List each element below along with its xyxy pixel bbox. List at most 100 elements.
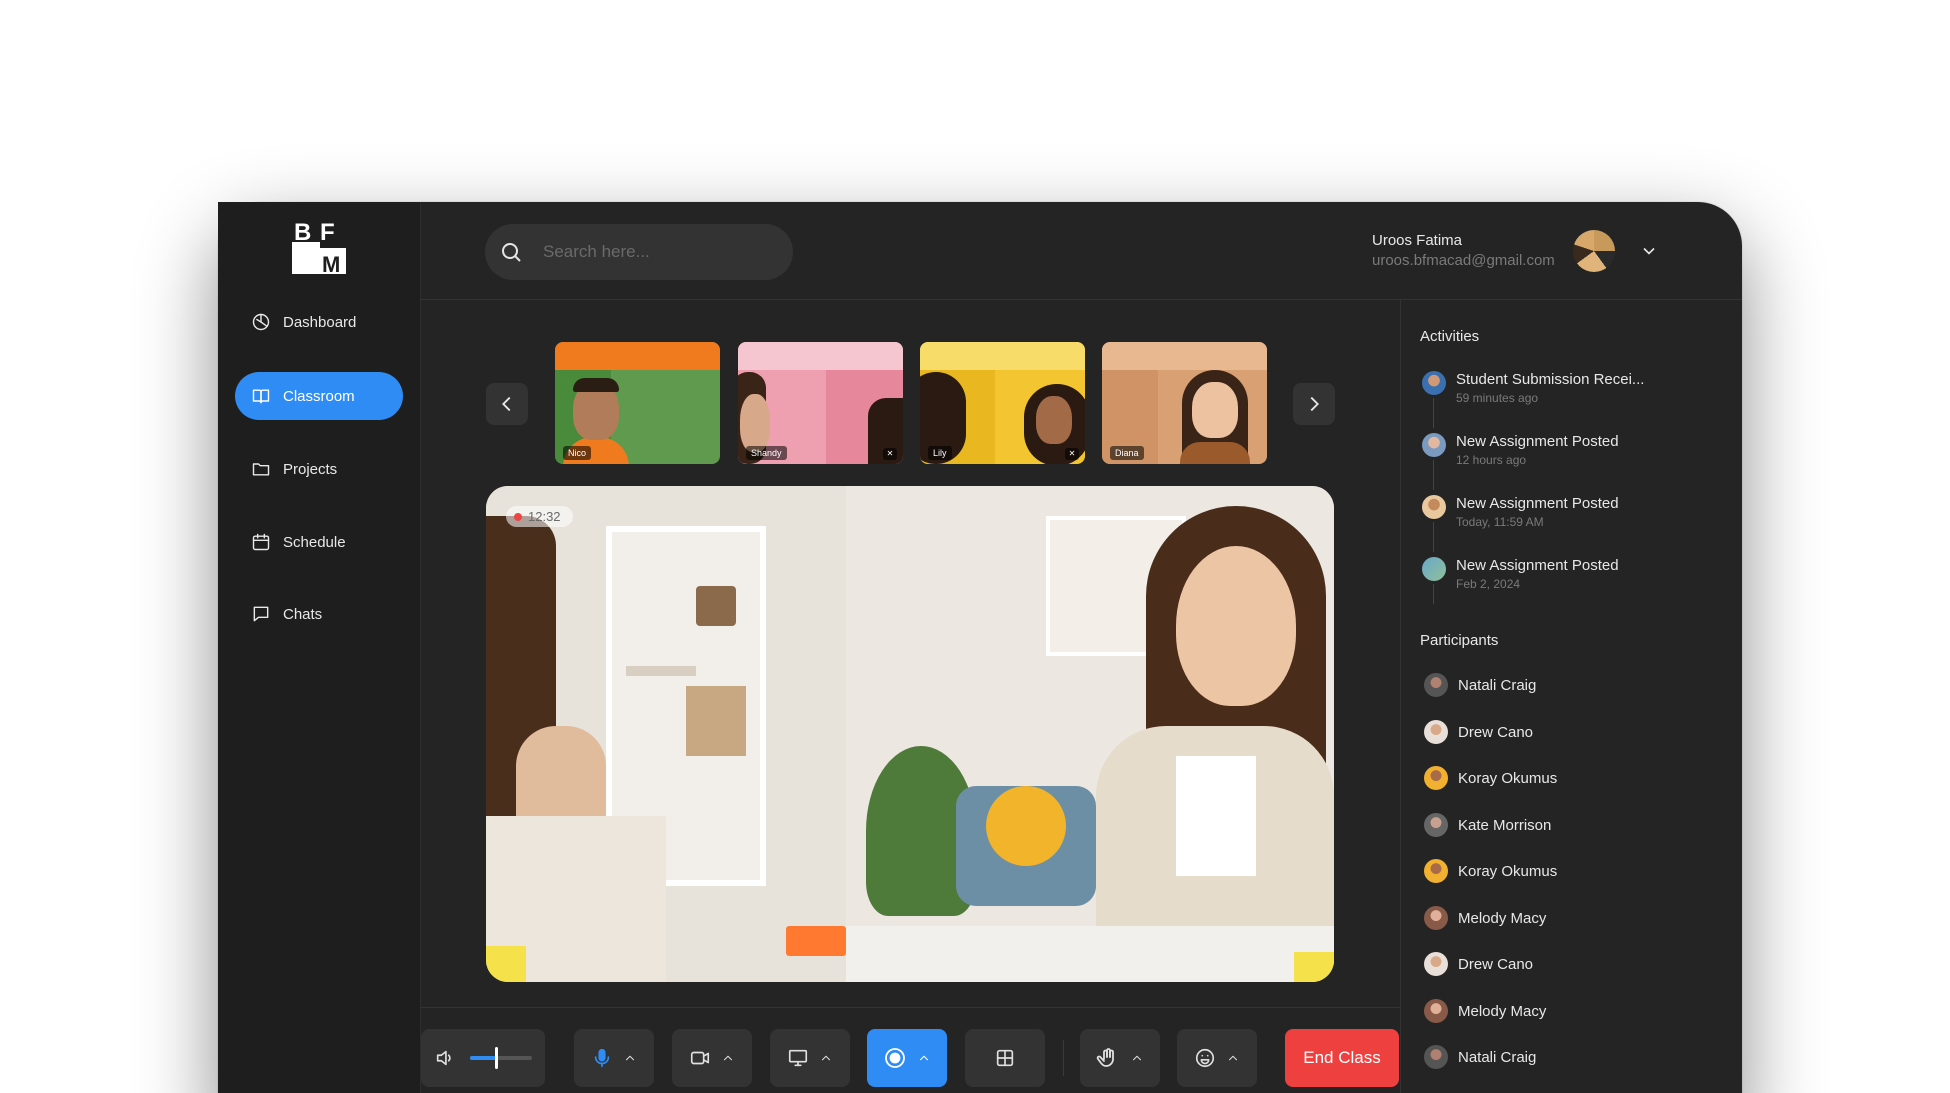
volume-slider[interactable] <box>470 1047 532 1069</box>
participant-thumbnail-lily[interactable]: Lily ✕ <box>920 342 1085 464</box>
sidebar-item-label: Schedule <box>283 533 346 551</box>
microphone-icon <box>594 1048 610 1068</box>
search-bar[interactable] <box>485 224 793 280</box>
avatar <box>1424 859 1448 883</box>
svg-text:M: M <box>322 252 340 276</box>
recording-time: 12:32 <box>528 509 561 524</box>
chevron-up-icon[interactable] <box>1130 1051 1144 1065</box>
sidebar-item-chats[interactable]: Chats <box>235 590 403 638</box>
avatar <box>1422 557 1446 581</box>
sidebar-item-classroom[interactable]: Classroom <box>235 372 403 420</box>
avatar <box>1424 999 1448 1023</box>
activity-item[interactable]: New Assignment Posted Today, 11:59 AM <box>1422 494 1619 552</box>
record-button[interactable] <box>867 1029 947 1087</box>
search-input[interactable] <box>543 242 763 262</box>
participant-item[interactable]: Melody Macy <box>1424 999 1546 1023</box>
sidebar-item-projects[interactable]: Projects <box>235 445 403 493</box>
chevron-up-icon[interactable] <box>623 1051 637 1065</box>
activity-time: 12 hours ago <box>1456 453 1527 467</box>
avatar <box>1424 720 1448 744</box>
participant-name: Melody Macy <box>1458 909 1547 927</box>
avatar <box>1424 766 1448 790</box>
activity-time: 59 minutes ago <box>1456 391 1539 405</box>
participant-name: Natali Craig <box>1458 1048 1537 1066</box>
chevron-up-icon[interactable] <box>1226 1051 1240 1065</box>
screen-share-button[interactable] <box>770 1029 850 1087</box>
grid-icon <box>996 1049 1014 1067</box>
reactions-button[interactable] <box>1177 1029 1257 1087</box>
participant-name: Drew Cano <box>1458 723 1534 741</box>
microphone-button[interactable] <box>574 1029 654 1087</box>
search-icon <box>502 243 521 262</box>
activity-time: Feb 2, 2024 <box>1456 577 1521 591</box>
avatar <box>1424 952 1448 976</box>
participant-item[interactable]: Koray Okumus <box>1424 859 1557 883</box>
recording-indicator: 12:32 <box>506 506 573 527</box>
participant-thumbnail-nico[interactable]: Nico <box>555 342 720 464</box>
avatar <box>1422 371 1446 395</box>
camera-button[interactable] <box>672 1029 752 1087</box>
layout-grid-button[interactable] <box>965 1029 1045 1087</box>
main-video-feed[interactable]: 12:32 <box>486 486 1334 982</box>
end-class-button[interactable]: End Class <box>1285 1029 1399 1087</box>
bfm-logo: B F M <box>292 219 346 276</box>
chevron-up-icon[interactable] <box>819 1051 833 1065</box>
activity-title: New Assignment Posted <box>1456 433 1619 450</box>
participant-name: Kate Morrison <box>1458 816 1552 834</box>
dashboard-icon <box>252 313 270 331</box>
monitor-icon <box>788 1049 808 1067</box>
avatar <box>1424 906 1448 930</box>
activity-title: Student Submission Recei... <box>1456 371 1645 388</box>
recording-dot-icon <box>514 512 522 521</box>
participant-item[interactable]: Koray Okumus <box>1424 766 1557 790</box>
participant-item[interactable]: Natali Craig <box>1424 673 1536 697</box>
avatar <box>1424 673 1448 697</box>
participant-name: Natali Craig <box>1458 676 1537 694</box>
participant-item[interactable]: Drew Cano <box>1424 720 1533 744</box>
chevron-left-icon <box>502 396 511 412</box>
muted-mic-icon: ✕ <box>1065 448 1079 460</box>
participant-name: Koray Okumus <box>1458 769 1558 787</box>
participant-name: Koray Okumus <box>1458 862 1558 880</box>
participant-name-tag: Diana <box>1110 446 1144 460</box>
sidebar-item-label: Dashboard <box>283 313 357 331</box>
activity-time: Today, 11:59 AM <box>1456 515 1544 529</box>
chevron-up-icon[interactable] <box>917 1051 931 1065</box>
participant-thumbnail-diana[interactable]: Diana <box>1102 342 1267 464</box>
book-icon <box>252 389 270 404</box>
calendar-icon <box>252 533 270 551</box>
sidebar-item-dashboard[interactable]: Dashboard <box>235 298 403 346</box>
raise-hand-button[interactable] <box>1080 1029 1160 1087</box>
chevron-right-icon <box>1310 396 1319 412</box>
sidebar-item-label: Classroom <box>283 387 355 405</box>
chevron-up-icon[interactable] <box>721 1051 735 1065</box>
speaker-icon <box>436 1050 451 1066</box>
activities-title: Activities <box>1420 328 1480 345</box>
participant-item[interactable]: Natali Craig <box>1424 1045 1536 1069</box>
activity-item[interactable]: New Assignment Posted Feb 2, 2024 <box>1422 556 1619 604</box>
user-profile[interactable]: Uroos Fatima uroos.bfmacad@gmail.com <box>1372 230 1886 272</box>
prev-participants-button[interactable] <box>486 383 528 425</box>
volume-handle[interactable] <box>495 1047 499 1069</box>
avatar <box>1422 433 1446 457</box>
volume-control[interactable] <box>421 1029 545 1087</box>
sidebar-item-schedule[interactable]: Schedule <box>235 518 403 566</box>
participant-name-tag: Lily <box>928 446 952 460</box>
next-participants-button[interactable] <box>1293 383 1335 425</box>
hand-icon <box>1096 1048 1114 1067</box>
avatar <box>1424 1045 1448 1069</box>
participant-item[interactable]: Kate Morrison <box>1424 813 1551 837</box>
participant-thumbnail-shandy[interactable]: Shandy ✕ <box>738 342 903 464</box>
participant-item[interactable]: Melody Macy <box>1424 906 1546 930</box>
participant-name: Drew Cano <box>1458 955 1534 973</box>
activity-item[interactable]: New Assignment Posted 12 hours ago <box>1422 432 1619 490</box>
avatar <box>1424 813 1448 837</box>
avatar[interactable] <box>1572 230 1615 272</box>
participant-name-tag: Nico <box>563 446 592 460</box>
participant-item[interactable]: Drew Cano <box>1424 952 1533 976</box>
activity-item[interactable]: Student Submission Recei... 59 minutes a… <box>1422 370 1645 428</box>
sidebar-item-label: Chats <box>283 605 323 623</box>
chevron-down-icon[interactable] <box>1639 241 1659 261</box>
volume-fill <box>470 1056 497 1060</box>
user-name: Uroos Fatima <box>1372 232 1463 249</box>
